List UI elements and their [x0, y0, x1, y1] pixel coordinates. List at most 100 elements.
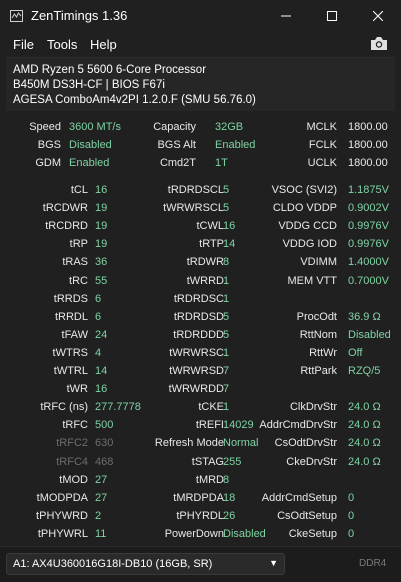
value-trcdrd: 19 [95, 220, 108, 233]
value-trrdl: 6 [95, 310, 102, 323]
value-twrrd: 1 [223, 274, 230, 287]
label-trcdwr: tRCDWR [42, 202, 88, 215]
menu-tools[interactable]: Tools [47, 37, 77, 52]
memory-type: DDR4 [359, 558, 387, 569]
cpu-name: AMD Ryzen 5 5600 6-Core Processor [13, 64, 207, 76]
value-refresh-mode: Normal [223, 437, 259, 450]
label-trdrdsc: tRDRDSC [173, 292, 224, 305]
value-tmrdpda: 18 [223, 491, 236, 504]
value-twrwrsd: 7 [223, 365, 230, 377]
label-tphywrl: tPHYWRL [37, 527, 88, 540]
value-uclk: 1800.00 [348, 157, 388, 169]
value-clkdrvstr: 24.0 Ω [348, 401, 381, 414]
label-gdm: GDM [35, 157, 61, 169]
value-vsoc-svi2: 1.1875V [348, 184, 389, 196]
label-vddg-ccd: VDDG CCD [278, 220, 337, 233]
label-trfc-ns: tRFC (ns) [40, 401, 88, 414]
label-trc: tRC [69, 274, 88, 287]
label-trdrdsd: tRDRDSD [173, 310, 224, 323]
label-tcke: tCKE [198, 401, 224, 414]
label-twrwrsd: tWRWRSD [169, 365, 224, 377]
label-tmodpda: tMODPDA [36, 491, 88, 504]
label-tfaw: tFAW [61, 328, 88, 341]
value-cldo-vddp: 0.9002V [348, 202, 389, 215]
label-capacity: Capacity [153, 121, 196, 133]
value-ckedrvstr: 24.0 Ω [348, 455, 381, 468]
label-tmrd: tMRD [195, 473, 224, 486]
status-bar: A1: AX4U360016G18I-DB10 (16GB, SR) ▼ DDR… [0, 546, 401, 582]
board-info: B450M DS3H-CF | BIOS F67i [13, 79, 165, 91]
label-trp: tRP [69, 238, 88, 251]
label-mem-vtt: MEM VTT [287, 274, 338, 287]
value-tcke: 1 [223, 401, 230, 414]
value-tphywrd: 2 [95, 509, 102, 522]
label-fclk: FCLK [308, 139, 337, 151]
value-tphywrl: 11 [95, 527, 107, 540]
value-rttnom: Disabled [348, 328, 391, 341]
label-vsoc-svi2: VSOC (SVI2) [271, 184, 337, 196]
value-tcl: 16 [95, 184, 108, 196]
system-info-panel: AMD Ryzen 5 5600 6-Core Processor B450M … [6, 57, 395, 111]
value-vdimm: 1.4000V [348, 256, 389, 269]
value-rttpark: RZQ/5 [348, 365, 381, 377]
label-twtrs: tWTRS [52, 346, 88, 359]
value-csodtsetup: 0 [348, 509, 355, 522]
chevron-down-icon: ▼ [269, 558, 278, 568]
value-trtp: 14 [223, 238, 236, 251]
value-twrwrsc: 1 [223, 346, 230, 359]
value-tmrd: 8 [223, 473, 230, 486]
title-bar: ZenTimings 1.36 [0, 0, 401, 32]
label-twtrl: tWTRL [53, 365, 88, 377]
label-ckesetup: CkeSetup [288, 527, 337, 540]
value-tstag: 255 [223, 455, 242, 468]
value-trc: 55 [95, 274, 108, 287]
close-button[interactable] [355, 0, 401, 32]
menu-bar: File Tools Help [0, 32, 401, 56]
value-csodtdrvstr: 24.0 Ω [348, 437, 381, 450]
label-trefi: tREFI [195, 419, 224, 432]
camera-icon[interactable] [370, 36, 388, 51]
value-addrcmddrvstr: 24.0 Ω [348, 419, 381, 432]
label-twr: tWR [66, 383, 88, 396]
app-icon [10, 10, 23, 22]
label-powerdown: PowerDown [164, 527, 224, 540]
value-addrcmdsetup: 0 [348, 491, 355, 504]
label-cmd2t: Cmd2T [159, 157, 196, 169]
label-ckedrvstr: CkeDrvStr [286, 455, 337, 468]
value-trdrdsd: 5 [223, 310, 230, 323]
label-procodt: ProcOdt [296, 310, 337, 323]
value-tmodpda: 27 [95, 491, 108, 504]
value-trcdwr: 19 [95, 202, 108, 215]
menu-file[interactable]: File [13, 37, 34, 52]
label-trdwr: tRDWR [186, 256, 224, 269]
label-csodtdrvstr: CsOdtDrvStr [274, 437, 337, 450]
label-tcwl: tCWL [196, 220, 225, 233]
maximize-button[interactable] [309, 0, 355, 32]
value-capacity: 32GB [215, 121, 244, 133]
label-tmrdpda: tMRDPDA [173, 491, 224, 504]
value-powerdown: Disabled [223, 527, 266, 540]
value-trfc-ns: 277.7778 [95, 401, 141, 414]
dimm-select[interactable]: A1: AX4U360016G18I-DB10 (16GB, SR) ▼ [6, 553, 285, 575]
label-twrwrscl: tWRWRSCL [163, 202, 224, 215]
value-trp: 19 [95, 238, 108, 251]
dimm-select-value: A1: AX4U360016G18I-DB10 (16GB, SR) [13, 558, 213, 570]
menu-help[interactable]: Help [90, 37, 117, 52]
label-tmod: tMOD [59, 473, 88, 486]
value-gdm: Enabled [69, 157, 110, 169]
value-procodt: 36.9 Ω [348, 310, 381, 323]
value-tras: 36 [95, 256, 108, 269]
value-rttwr: Off [348, 346, 363, 359]
label-twrwrsc: tWRWRSC [169, 346, 224, 359]
value-tcwl: 16 [223, 220, 236, 233]
label-trdrdscl: tRDRDSCL [167, 184, 224, 196]
app-window: ZenTimings 1.36 File Tools Help AMD Ryze… [0, 0, 401, 582]
value-trfc4: 468 [95, 455, 114, 468]
value-mem-vtt: 0.7000V [348, 274, 389, 287]
label-trfc4: tRFC4 [56, 455, 88, 468]
maximize-icon [327, 11, 337, 21]
minimize-button[interactable] [263, 0, 309, 32]
label-addrcmddrvstr: AddrCmdDrvStr [259, 419, 337, 432]
value-bgs: Disabled [69, 139, 112, 151]
value-trdrdsc: 1 [223, 292, 230, 305]
